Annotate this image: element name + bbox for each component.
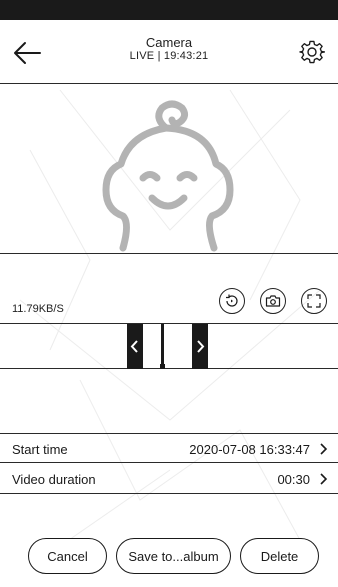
video-duration-label: Video duration — [12, 472, 96, 487]
camera-playback-screen: Camera LIVE | 19:43:21 11.79KB/S Start t… — [0, 0, 338, 587]
live-status: LIVE | 19:43:21 — [84, 50, 254, 63]
gear-icon — [299, 40, 326, 64]
arrow-left-icon — [14, 42, 41, 64]
delete-button[interactable]: Delete — [240, 538, 319, 574]
cancel-button[interactable]: Cancel — [28, 538, 107, 574]
replay-icon — [226, 294, 238, 307]
clip-timeline[interactable] — [0, 323, 338, 369]
live-label: LIVE — [129, 50, 155, 62]
clip-selection[interactable] — [143, 324, 192, 369]
chevron-right-icon — [197, 340, 205, 353]
chevron-right-icon — [320, 473, 328, 485]
snapshot-button[interactable] — [260, 288, 286, 314]
status-bar — [0, 0, 338, 20]
start-time-row[interactable]: Start time 2020-07-08 16:33:47 — [0, 433, 338, 463]
start-time-value: 2020-07-08 16:33:47 — [189, 442, 310, 457]
stream-speed: 11.79KB/S — [12, 303, 64, 315]
page-title: Camera — [145, 35, 193, 50]
start-time-label: Start time — [12, 442, 68, 457]
replay-button[interactable] — [219, 288, 245, 314]
video-view[interactable] — [0, 84, 338, 254]
header-title-group: Camera LIVE | 19:43:21 — [84, 36, 254, 63]
video-duration-row[interactable]: Video duration 00:30 — [0, 464, 338, 494]
clip-end-handle[interactable] — [192, 324, 208, 369]
fullscreen-button[interactable] — [301, 288, 327, 314]
live-separator: | — [154, 50, 164, 62]
back-button[interactable] — [12, 40, 42, 66]
fullscreen-icon — [307, 294, 321, 308]
camera-icon — [265, 295, 281, 307]
clip-start-handle[interactable] — [127, 324, 143, 369]
baby-face-icon — [102, 100, 234, 252]
top-bar: Camera LIVE | 19:43:21 — [0, 20, 338, 84]
chevron-left-icon — [130, 340, 138, 353]
live-clock: 19:43:21 — [163, 50, 209, 62]
playhead[interactable] — [161, 324, 164, 369]
stream-controls: 11.79KB/S — [0, 254, 338, 324]
playhead-marker — [160, 364, 165, 369]
chevron-right-icon — [320, 443, 328, 455]
video-duration-value: 00:30 — [277, 472, 310, 487]
save-to-album-button[interactable]: Save to...album — [116, 538, 231, 574]
action-buttons: Cancel Save to...album Delete — [0, 530, 338, 580]
settings-button[interactable] — [299, 39, 326, 65]
